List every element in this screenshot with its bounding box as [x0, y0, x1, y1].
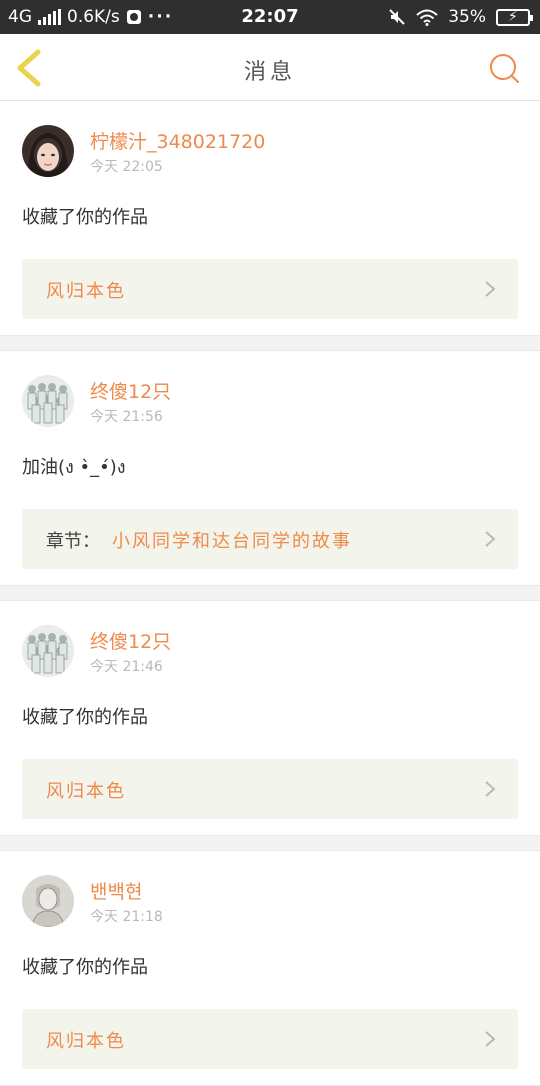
chevron-right-icon [485, 281, 496, 297]
chevron-right-icon [485, 1031, 496, 1047]
battery-icon: ⚡ [496, 8, 533, 26]
message-header: 밴백현 今天 21:18 [22, 851, 518, 951]
status-bar: 4G 0.6K/s ··· 22:07 35% ⚡ [0, 0, 540, 34]
work-link[interactable]: 风归本色 [22, 1009, 518, 1069]
message-time: 今天 21:18 [90, 909, 163, 925]
avatar[interactable] [22, 875, 74, 927]
message-text: 收藏了你的作品 [22, 957, 148, 978]
wifi-icon [416, 9, 438, 26]
username[interactable]: 终傻12只 [90, 377, 171, 404]
message-text: 收藏了你的作品 [22, 207, 148, 228]
battery-percent: 35% [448, 7, 486, 27]
username[interactable]: 밴백현 [90, 877, 142, 904]
nav-bar: 消息 [0, 34, 540, 101]
work-title: 风归本色 [46, 281, 126, 302]
avatar[interactable] [22, 625, 74, 677]
work-link[interactable]: 风归本色 [22, 759, 518, 819]
message-header: 柠檬汁_348021720 今天 22:05 [22, 101, 518, 201]
page-title: 消息 [243, 60, 296, 85]
username[interactable]: 终傻12只 [90, 627, 171, 654]
chevron-right-icon [485, 531, 496, 547]
message-card: 柠檬汁_348021720 今天 22:05 收藏了你的作品 风归本色 [0, 101, 540, 336]
search-icon[interactable] [488, 52, 520, 84]
message-time: 今天 22:05 [90, 159, 163, 175]
message-card: 终傻12只 今天 21:46 收藏了你的作品 风归本色 [0, 600, 540, 836]
work-title: 风归本色 [46, 1031, 126, 1052]
message-text: 加油(ง •̀_•́)ง [22, 457, 126, 478]
message-text: 收藏了你的作品 [22, 707, 148, 728]
chapter-link[interactable]: 章节： 小风同学和达台同学的故事 [22, 509, 518, 569]
chapter-label: 章节： [46, 531, 100, 552]
mute-icon [389, 9, 405, 25]
message-card: 终傻12只 今天 21:56 加油(ง •̀_•́)ง 章节： 小风同学和达台同… [0, 350, 540, 586]
username[interactable]: 柠檬汁_348021720 [90, 127, 265, 154]
message-header: 终傻12只 今天 21:46 [22, 601, 518, 701]
message-time: 今天 21:56 [90, 409, 163, 425]
avatar[interactable] [22, 125, 74, 177]
status-right: 35% ⚡ [388, 7, 533, 27]
work-title: 风归本色 [46, 781, 126, 802]
work-link[interactable]: 风归本色 [22, 259, 518, 319]
message-card: 밴백현 今天 21:18 收藏了你的作品 风归本色 [0, 850, 540, 1086]
message-time: 今天 21:46 [90, 659, 163, 675]
chapter-title: 小风同学和达台同学的故事 [112, 531, 352, 552]
message-header: 终傻12只 今天 21:56 [22, 351, 518, 451]
message-list: 柠檬汁_348021720 今天 22:05 收藏了你的作品 风归本色 终傻12… [0, 101, 540, 1086]
chevron-right-icon [485, 781, 496, 797]
avatar[interactable] [22, 375, 74, 427]
